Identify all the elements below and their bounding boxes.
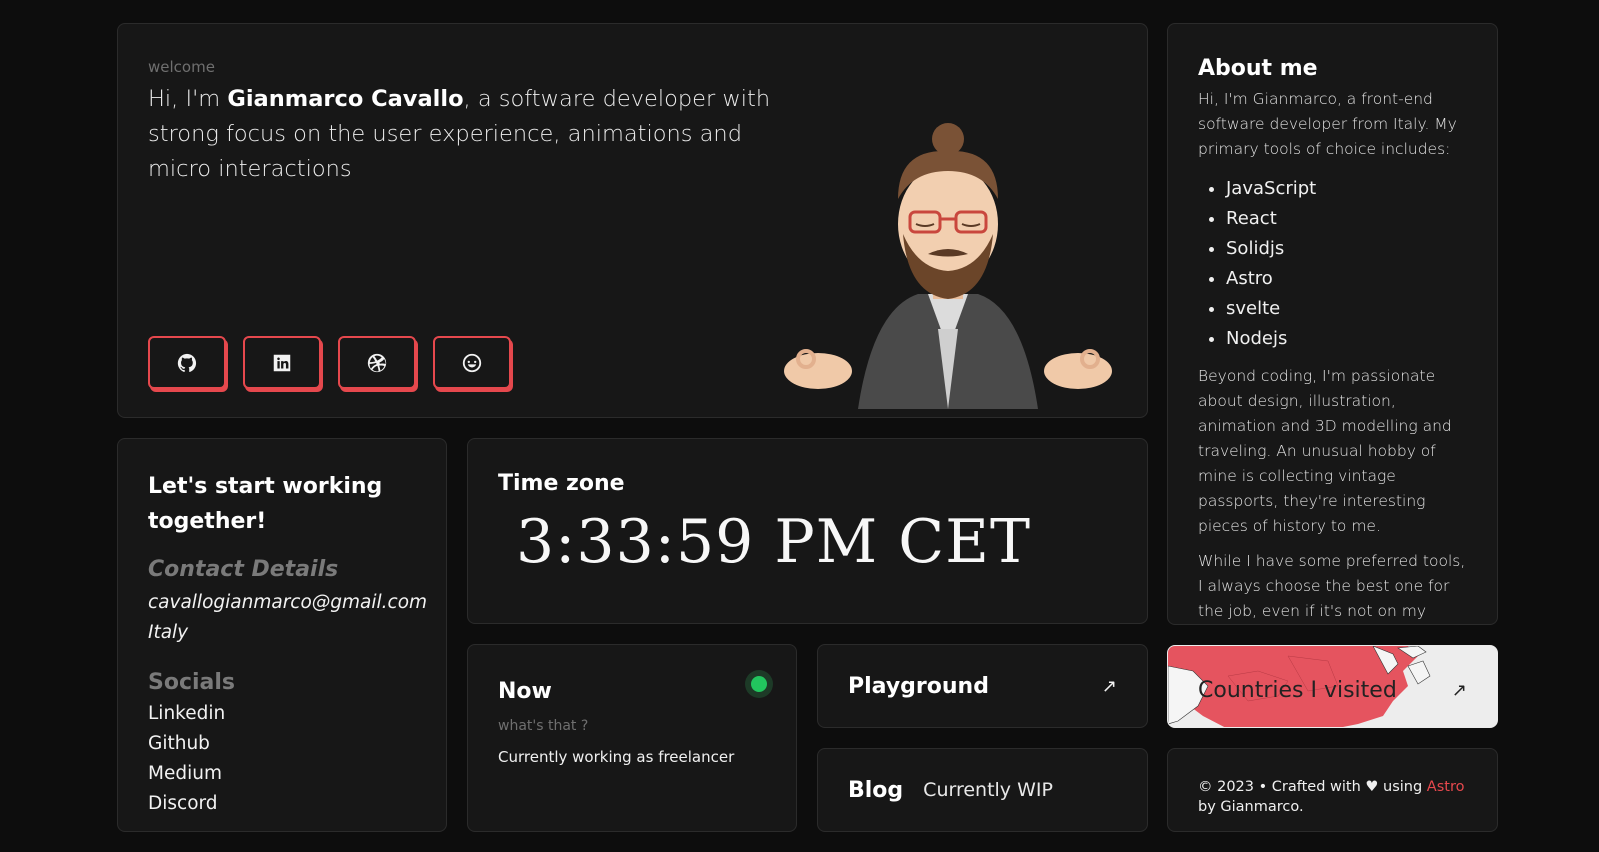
github-icon bbox=[177, 353, 197, 372]
list-item: Astro bbox=[1226, 264, 1467, 294]
arrow-up-right-icon: ↗ bbox=[1101, 675, 1117, 697]
footer-card: © 2023 • Crafted with ♥ using Astro by G… bbox=[1167, 748, 1498, 832]
contact-title: Let's start working together! bbox=[148, 474, 383, 534]
tools-list: JavaScript React Solidjs Astro svelte No… bbox=[1198, 174, 1467, 354]
social-link-medium[interactable]: Medium bbox=[148, 759, 416, 789]
social-link-github[interactable]: Github bbox=[148, 729, 416, 759]
about-paragraph-tools: While I have some preferred tools, I alw… bbox=[1198, 552, 1466, 620]
now-card: Now what's that ? Currently working as f… bbox=[467, 644, 797, 832]
linkedin-icon bbox=[273, 354, 291, 371]
reddit-button[interactable] bbox=[433, 336, 511, 389]
dribbble-icon bbox=[367, 353, 387, 372]
playground-link-card[interactable]: Playground ↗ bbox=[817, 644, 1148, 728]
blog-status: Currently WIP bbox=[923, 779, 1053, 801]
footer-prefix: © 2023 • Crafted with ♥ using bbox=[1198, 779, 1427, 795]
dribbble-button[interactable] bbox=[338, 336, 416, 389]
github-button[interactable] bbox=[148, 336, 226, 389]
footer-text: © 2023 • Crafted with ♥ using Astro by G… bbox=[1198, 777, 1467, 817]
linkedin-button[interactable] bbox=[243, 336, 321, 389]
clock-display: 3:33:59 PM CET bbox=[516, 507, 1031, 577]
location-text: Italy bbox=[148, 622, 189, 643]
about-paragraph-hobbies: Beyond coding, I'm passionate about desi… bbox=[1198, 367, 1452, 535]
astro-link[interactable]: Astro bbox=[1427, 779, 1465, 795]
footer-suffix: by Gianmarco. bbox=[1198, 799, 1304, 815]
reddit-icon bbox=[462, 353, 482, 372]
timezone-title: Time zone bbox=[498, 471, 625, 496]
about-card: About me Hi, I'm Gianmarco, a front-end … bbox=[1167, 23, 1498, 625]
playground-title: Playground bbox=[848, 673, 989, 699]
now-status-text: Currently working as freelancer bbox=[498, 748, 735, 766]
list-item: React bbox=[1226, 204, 1467, 234]
about-title: About me bbox=[1198, 56, 1318, 81]
hero-intro: Hi, I'm Gianmarco Cavallo, a software de… bbox=[148, 82, 788, 187]
countries-title: Countries I visited bbox=[1198, 678, 1397, 703]
list-item: Solidjs bbox=[1226, 234, 1467, 264]
intro-prefix: Hi, I'm bbox=[148, 86, 228, 112]
list-item: JavaScript bbox=[1226, 174, 1467, 204]
welcome-label: welcome bbox=[148, 58, 215, 76]
arrow-up-right-icon: ↗ bbox=[1451, 680, 1467, 701]
contact-details-title: Contact Details bbox=[148, 557, 339, 582]
blog-card: Blog Currently WIP bbox=[817, 748, 1148, 832]
online-status-icon bbox=[745, 670, 773, 698]
hero-card: welcome Hi, I'm Gianmarco Cavallo, a sof… bbox=[117, 23, 1148, 418]
email-link[interactable]: cavallogianmarco@gmail.com bbox=[148, 588, 427, 618]
social-link-linkedin[interactable]: Linkedin bbox=[148, 699, 416, 729]
now-title: Now bbox=[498, 679, 552, 704]
countries-link-card[interactable]: Countries I visited ↗ bbox=[1167, 645, 1498, 728]
list-item: Nodejs bbox=[1226, 324, 1467, 354]
timezone-card: Time zone 3:33:59 PM CET bbox=[467, 438, 1148, 624]
hero-name: Gianmarco Cavallo bbox=[227, 86, 464, 112]
about-intro: Hi, I'm Gianmarco, a front-end software … bbox=[1198, 90, 1457, 158]
blog-title: Blog bbox=[848, 777, 904, 803]
socials-title: Socials bbox=[148, 670, 236, 695]
social-link-discord[interactable]: Discord bbox=[148, 789, 416, 819]
list-item: svelte bbox=[1226, 294, 1467, 324]
contact-card: Let's start working together! Contact De… bbox=[117, 438, 447, 832]
online-dot bbox=[751, 676, 767, 692]
now-subtitle: what's that ? bbox=[498, 718, 589, 734]
memoji-avatar-image bbox=[784, 123, 1112, 409]
